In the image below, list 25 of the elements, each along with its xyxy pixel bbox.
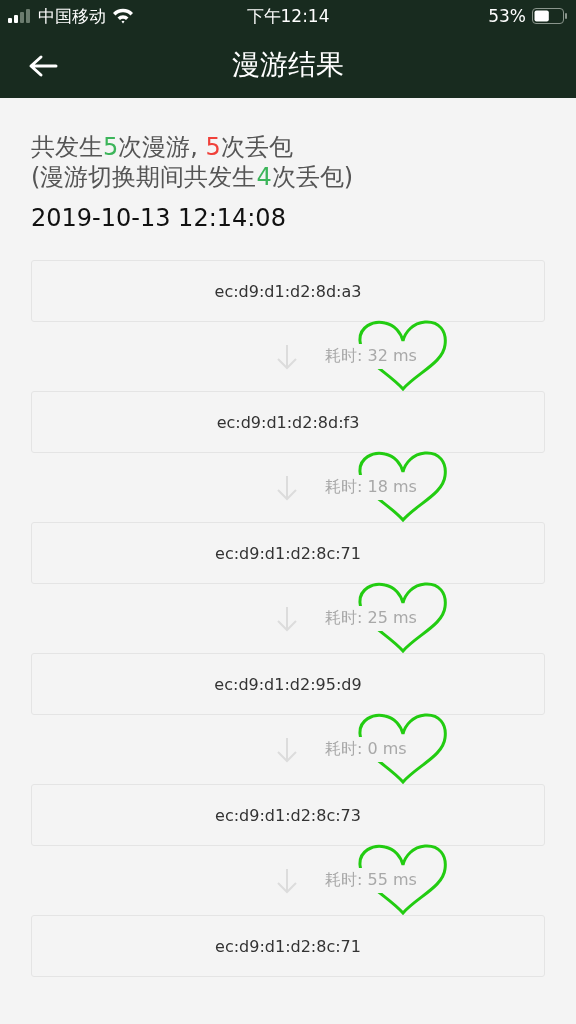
down-arrow-icon	[276, 474, 298, 501]
down-arrow-icon	[276, 605, 298, 632]
heart-icon	[357, 450, 449, 522]
down-arrow-icon	[276, 867, 298, 894]
ap-card: ec:d9:d1:d2:8d:a3	[31, 260, 545, 322]
battery-percent: 53%	[488, 6, 526, 26]
wifi-icon	[112, 8, 134, 24]
carrier-name: 中国移动	[38, 4, 106, 28]
down-arrow-icon	[276, 343, 298, 370]
heart-icon	[357, 712, 449, 784]
page-title: 漫游结果	[232, 47, 344, 83]
status-time: 下午12:14	[246, 4, 330, 28]
roam-datetime: 2019-10-13 12:14:08	[31, 204, 287, 232]
heart-icon	[357, 319, 449, 391]
ap-card: ec:d9:d1:d2:95:d9	[31, 653, 545, 715]
summary-text: 共发生5次漫游, 5次丢包 (漫游切换期间共发生4次丢包)	[31, 132, 355, 192]
ap-card: ec:d9:d1:d2:8c:71	[31, 522, 545, 584]
ap-card: ec:d9:d1:d2:8c:73	[31, 784, 545, 846]
signal-icon	[8, 9, 32, 23]
ap-card: ec:d9:d1:d2:8c:71	[31, 915, 545, 977]
heart-icon	[357, 581, 449, 653]
down-arrow-icon	[276, 736, 298, 763]
battery-icon	[532, 8, 568, 24]
ap-card: ec:d9:d1:d2:8d:f3	[31, 391, 545, 453]
heart-icon	[357, 843, 449, 915]
